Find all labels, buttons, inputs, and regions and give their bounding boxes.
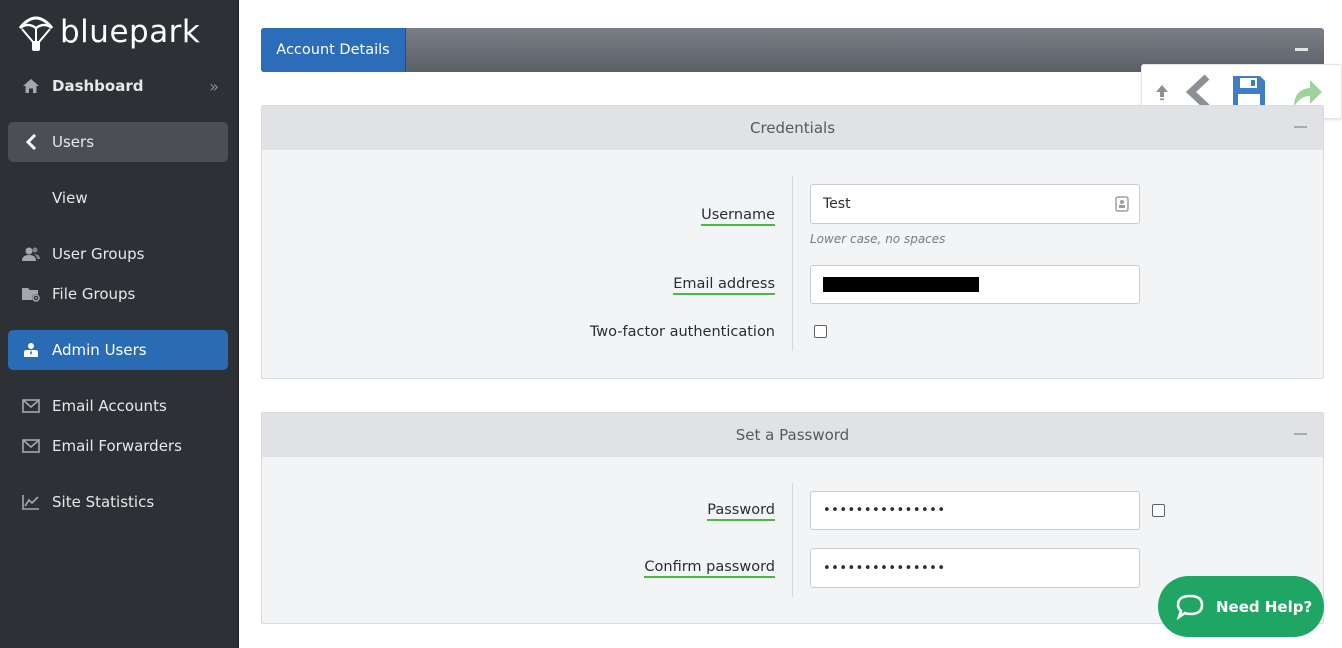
- confirm-password-label: Confirm password: [644, 559, 775, 578]
- sidebar-item-label: Site Statistics: [52, 493, 155, 511]
- collapse-icon[interactable]: [1294, 433, 1307, 435]
- credentials-panel: Credentials Username Test Lower case, no…: [261, 105, 1324, 379]
- chevron-double-right-icon[interactable]: ››: [209, 77, 219, 96]
- sidebar-item-label: File Groups: [52, 285, 136, 303]
- line-chart-icon: [8, 494, 52, 510]
- password-field[interactable]: •••••••••••••••: [810, 491, 1140, 530]
- username-label: Username: [701, 207, 775, 226]
- credentials-panel-header[interactable]: Credentials: [262, 106, 1323, 150]
- sidebar-item-admin-users[interactable]: Admin Users: [8, 330, 228, 370]
- collapse-icon[interactable]: [1294, 126, 1307, 128]
- sidebar-item-label: User Groups: [52, 245, 145, 263]
- envelope-icon: [8, 399, 52, 413]
- sidebar-item-view[interactable]: View: [8, 178, 228, 218]
- contact-card-icon[interactable]: [1115, 196, 1129, 216]
- panel-title: Set a Password: [735, 426, 850, 444]
- collapse-icon[interactable]: [1295, 48, 1308, 51]
- brand-name: bluepark: [60, 13, 201, 50]
- folder-settings-icon: [8, 286, 52, 302]
- bluepark-logo[interactable]: bluepark: [18, 8, 200, 56]
- sidebar-item-label: Users: [52, 133, 95, 151]
- password-value: •••••••••••••••: [823, 503, 946, 518]
- sidebar: bluepark Dashboard ›› Users View User Gr…: [0, 0, 239, 648]
- chevron-left-icon: [8, 134, 52, 150]
- panel-title: Credentials: [749, 119, 836, 137]
- need-help-button[interactable]: Need Help?: [1158, 576, 1324, 637]
- home-icon: [8, 78, 52, 94]
- sidebar-item-label: Dashboard: [52, 77, 144, 95]
- username-hint: Lower case, no spaces: [810, 232, 946, 246]
- sidebar-item-dashboard[interactable]: Dashboard ››: [8, 66, 228, 106]
- sidebar-item-label: Email Forwarders: [52, 437, 182, 455]
- sidebar-item-site-statistics[interactable]: Site Statistics: [8, 482, 228, 522]
- sidebar-item-label: Admin Users: [52, 341, 147, 359]
- sidebar-item-email-forwarders[interactable]: Email Forwarders: [8, 426, 228, 466]
- show-password-checkbox[interactable]: [1152, 504, 1165, 517]
- email-field[interactable]: [810, 265, 1140, 304]
- tab-account-details[interactable]: Account Details: [261, 28, 406, 72]
- twofa-checkbox[interactable]: [814, 325, 827, 338]
- sidebar-item-email-accounts[interactable]: Email Accounts: [8, 386, 228, 426]
- password-label: Password: [707, 502, 775, 521]
- email-label: Email address: [673, 276, 775, 295]
- confirm-password-value: •••••••••••••••: [823, 560, 946, 576]
- form-divider: [792, 176, 793, 351]
- sidebar-item-user-groups[interactable]: User Groups: [8, 234, 228, 274]
- username-field[interactable]: Test: [810, 184, 1140, 224]
- chat-bubble-icon: [1176, 594, 1204, 620]
- redacted-email: [823, 277, 979, 292]
- password-panel-header[interactable]: Set a Password: [262, 413, 1323, 457]
- sidebar-item-users[interactable]: Users: [8, 122, 228, 162]
- twofa-label: Two-factor authentication: [589, 324, 775, 340]
- sidebar-item-label: Email Accounts: [52, 397, 167, 415]
- confirm-password-field[interactable]: •••••••••••••••: [810, 548, 1140, 588]
- sidebar-item-label: View: [52, 189, 88, 207]
- user-group-icon: [8, 246, 52, 262]
- parachute-logo-icon: [18, 16, 54, 51]
- username-value: Test: [823, 196, 851, 212]
- envelope-icon: [8, 439, 52, 453]
- admin-user-icon: [8, 342, 52, 358]
- form-divider: [792, 483, 793, 597]
- need-help-label: Need Help?: [1216, 597, 1313, 616]
- sidebar-item-file-groups[interactable]: File Groups: [8, 274, 228, 314]
